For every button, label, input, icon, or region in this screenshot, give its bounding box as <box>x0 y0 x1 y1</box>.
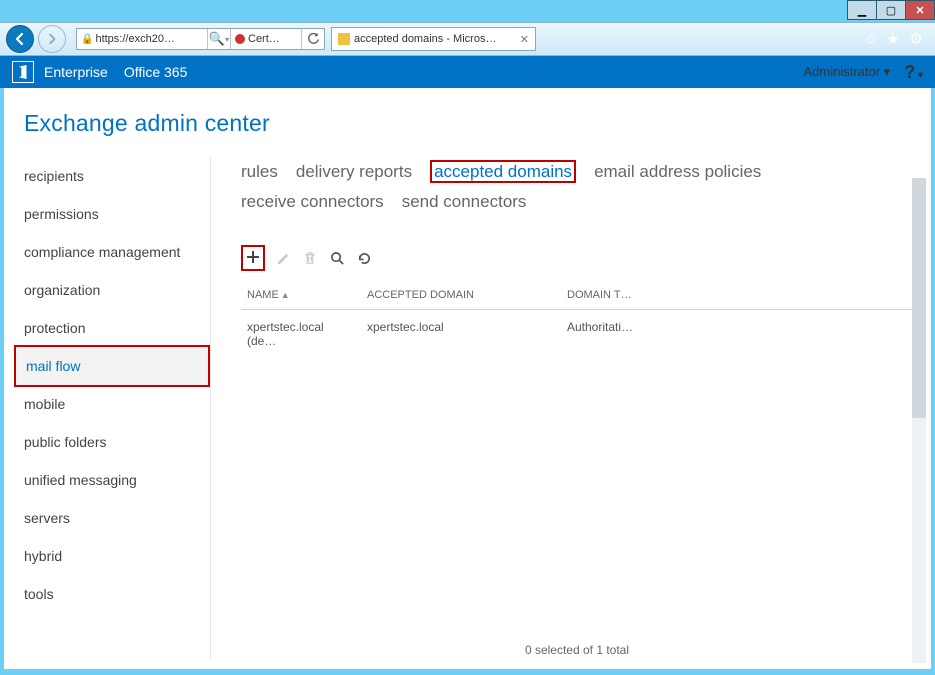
office-logo-icon[interactable] <box>12 61 34 83</box>
tab-accepted-domains[interactable]: accepted domains <box>430 160 576 183</box>
header-enterprise-link[interactable]: Enterprise <box>44 64 108 80</box>
nav-item-permissions[interactable]: permissions <box>14 195 210 233</box>
main-area: Exchange admin center recipientspermissi… <box>4 88 931 669</box>
scrollbar-thumb[interactable] <box>912 178 926 418</box>
toolbar <box>241 245 913 271</box>
plus-icon <box>246 250 260 264</box>
cert-error-icon <box>235 34 245 44</box>
subnav-tabs-row1: rules delivery reports accepted domains ema… <box>241 157 913 187</box>
cert-label: Cert… <box>248 33 280 45</box>
nav-forward-button[interactable] <box>38 25 66 53</box>
address-text: https://exch20… <box>95 33 175 45</box>
nav-item-public-folders[interactable]: public folders <box>14 423 210 461</box>
add-button[interactable] <box>244 248 262 266</box>
col-domain[interactable]: ACCEPTED DOMAIN <box>361 281 561 310</box>
nav-item-servers[interactable]: servers <box>14 499 210 537</box>
address-url: 🔒 https://exch20… <box>77 33 207 45</box>
refresh-icon <box>307 33 320 46</box>
arrow-left-icon <box>13 32 27 46</box>
nav-item-mobile[interactable]: mobile <box>14 385 210 423</box>
scrollbar[interactable] <box>912 178 926 663</box>
refresh-button[interactable] <box>355 249 373 267</box>
subnav-tabs-row2: receive connectors send connectors <box>241 187 913 217</box>
tab-email-address-policies[interactable]: email address policies <box>594 162 761 181</box>
nav-item-organization[interactable]: organization <box>14 271 210 309</box>
header-office365-link[interactable]: Office 365 <box>124 64 188 80</box>
sort-asc-icon: ▲ <box>281 290 290 300</box>
tab-title: accepted domains - Micros… <box>354 33 496 45</box>
browser-tab[interactable]: accepted domains - Micros… ✕ <box>331 27 536 51</box>
app-header: Enterprise Office 365 Administrator ▾ ? … <box>0 56 935 88</box>
pencil-icon <box>276 251 291 266</box>
nav-item-recipients[interactable]: recipients <box>14 157 210 195</box>
trash-icon <box>303 251 317 266</box>
arrow-right-icon <box>46 33 58 45</box>
search-button[interactable] <box>328 249 346 267</box>
table-status: 0 selected of 1 total <box>241 635 913 659</box>
table-row[interactable]: xpertstec.local (de…xpertstec.localAutho… <box>241 310 913 359</box>
nav-item-hybrid[interactable]: hybrid <box>14 537 210 575</box>
search-icon: 🔍 <box>209 31 225 47</box>
address-bar[interactable]: 🔒 https://exch20… 🔍▾ Cert… <box>76 28 325 50</box>
delete-button[interactable] <box>301 249 319 267</box>
browser-toolbar: 🔒 https://exch20… 🔍▾ Cert… accepted doma… <box>0 22 935 56</box>
page-title: Exchange admin center <box>24 110 913 137</box>
tab-send-connectors[interactable]: send connectors <box>402 192 527 211</box>
cell-type: Authoritati… <box>561 310 639 359</box>
maximize-icon: ▢ <box>886 4 896 17</box>
nav-item-unified-messaging[interactable]: unified messaging <box>14 461 210 499</box>
window-minimize-button[interactable]: ▁ <box>847 0 877 20</box>
home-icon[interactable]: ⌂ <box>867 30 876 48</box>
edit-button[interactable] <box>274 249 292 267</box>
refresh-icon <box>357 251 372 266</box>
address-search-button[interactable]: 🔍▾ <box>208 31 230 47</box>
header-admin-menu[interactable]: Administrator ▾ <box>803 64 890 80</box>
close-icon: ✕ <box>915 4 924 17</box>
favorites-icon[interactable]: ★ <box>886 30 899 48</box>
tab-delivery-reports[interactable]: delivery reports <box>296 162 412 181</box>
left-nav: recipientspermissionscompliance manageme… <box>14 157 210 659</box>
col-type[interactable]: DOMAIN T… <box>561 281 639 310</box>
window-titlebar: ▁ ▢ ✕ <box>0 0 935 22</box>
favicon-icon <box>338 33 350 45</box>
nav-back-button[interactable] <box>6 25 34 53</box>
content-area: rules delivery reports accepted domains ema… <box>210 157 913 659</box>
col-spacer <box>639 281 913 310</box>
nav-item-mail-flow[interactable]: mail flow <box>14 345 210 387</box>
window-close-button[interactable]: ✕ <box>905 0 935 20</box>
domains-table: NAME▲ ACCEPTED DOMAIN DOMAIN T… xpertste… <box>241 281 913 358</box>
minimize-icon: ▁ <box>858 4 866 17</box>
tab-close-icon[interactable]: ✕ <box>520 33 529 46</box>
nav-item-protection[interactable]: protection <box>14 309 210 347</box>
table-header-row: NAME▲ ACCEPTED DOMAIN DOMAIN T… <box>241 281 913 310</box>
cell-name: xpertstec.local (de… <box>241 310 361 359</box>
tab-rules[interactable]: rules <box>241 162 278 181</box>
browser-right-icons: ⌂ ★ ⚙ <box>867 30 929 48</box>
cell-domain: xpertstec.local <box>361 310 561 359</box>
lock-icon: 🔒 <box>81 34 93 45</box>
nav-item-compliance-management[interactable]: compliance management <box>14 233 210 271</box>
nav-item-tools[interactable]: tools <box>14 575 210 613</box>
cert-error-tab[interactable]: Cert… <box>231 33 301 45</box>
search-icon <box>330 251 345 266</box>
col-name[interactable]: NAME▲ <box>241 281 361 310</box>
tab-receive-connectors[interactable]: receive connectors <box>241 192 384 211</box>
header-help-menu[interactable]: ? ▾ <box>904 62 923 83</box>
window-maximize-button[interactable]: ▢ <box>876 0 906 20</box>
settings-gear-icon[interactable]: ⚙ <box>910 30 923 48</box>
address-refresh-button[interactable] <box>302 33 324 46</box>
